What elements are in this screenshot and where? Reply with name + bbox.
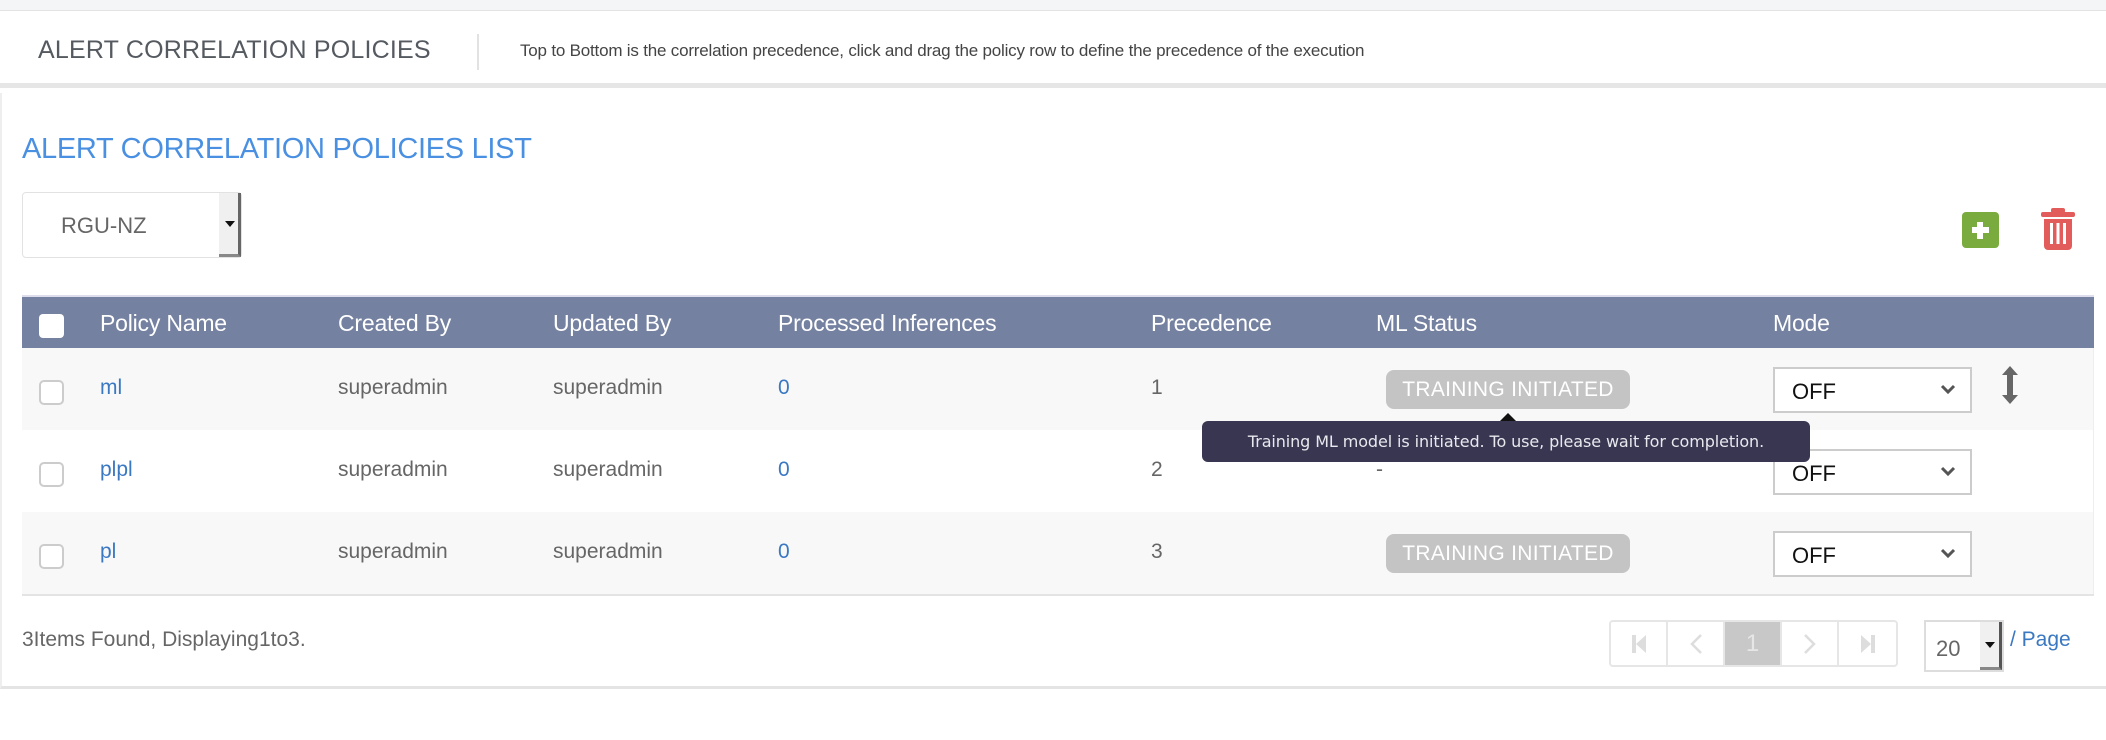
created-by: superadmin <box>338 458 448 481</box>
delete-policy-button[interactable] <box>2038 207 2078 251</box>
column-header-created-by[interactable]: Created By <box>338 310 451 337</box>
mode-select-value: OFF <box>1792 379 1836 404</box>
column-header-policy-name[interactable]: Policy Name <box>100 310 227 337</box>
mode-select[interactable]: OFF <box>1773 367 1972 413</box>
next-page-button[interactable] <box>1782 622 1839 665</box>
scope-select-value: RGU-NZ <box>61 213 147 238</box>
created-by: superadmin <box>338 376 448 399</box>
mode-select[interactable]: OFF <box>1773 531 1972 577</box>
precedence: 3 <box>1151 540 1163 563</box>
ml-status-badge[interactable]: TRAINING INITIATED <box>1386 370 1630 409</box>
processed-inferences-link[interactable]: 0 <box>778 376 790 400</box>
page-header: ALERT CORRELATION POLICIES Top to Bottom… <box>0 12 2106 88</box>
column-header-mode[interactable]: Mode <box>1773 310 1830 337</box>
column-header-updated-by[interactable]: Updated By <box>553 310 671 337</box>
page-title: ALERT CORRELATION POLICIES <box>38 36 431 64</box>
caret-down-icon[interactable] <box>1980 622 2002 670</box>
processed-inferences-link[interactable]: 0 <box>778 540 790 564</box>
chevron-right-icon <box>1803 633 1816 654</box>
page-size-value: 20 <box>1936 636 1961 661</box>
mode-select-value: OFF <box>1792 543 1836 568</box>
table-bottom-border <box>22 594 2094 596</box>
select-all-checkbox[interactable] <box>39 314 64 338</box>
top-strip <box>0 0 2106 11</box>
row-checkbox[interactable] <box>39 380 64 405</box>
first-page-button[interactable] <box>1611 622 1668 665</box>
chevron-down-icon <box>1940 466 1956 477</box>
list-title: ALERT CORRELATION POLICIES LIST <box>22 133 532 165</box>
row-checkbox[interactable] <box>39 462 64 487</box>
row-checkbox[interactable] <box>39 544 64 569</box>
first-page-icon <box>1631 634 1646 653</box>
policy-name-link[interactable]: ml <box>100 376 122 400</box>
ml-status-tooltip: Training ML model is initiated. To use, … <box>1202 413 1810 462</box>
scope-select[interactable]: RGU-NZ <box>22 192 242 258</box>
mode-select-value: OFF <box>1792 461 1836 486</box>
updated-by: superadmin <box>553 458 663 481</box>
pagination: 1 <box>1609 620 1898 667</box>
updated-by: superadmin <box>553 376 663 399</box>
last-page-icon <box>1860 634 1875 653</box>
column-header-processed-inferences[interactable]: Processed Inferences <box>778 310 997 337</box>
policy-name-link[interactable]: pl <box>100 540 116 564</box>
caret-down-icon[interactable] <box>219 193 241 257</box>
precedence: 1 <box>1151 376 1163 399</box>
page-size-select[interactable]: 20 <box>1924 620 2004 672</box>
table-header: Policy Name Created By Updated By Proces… <box>22 295 2094 348</box>
trash-icon <box>2041 208 2075 250</box>
column-header-precedence[interactable]: Precedence <box>1151 310 1272 337</box>
items-summary: 3Items Found, Displaying1to3. <box>22 628 306 651</box>
page-button-current[interactable]: 1 <box>1725 622 1782 665</box>
created-by: superadmin <box>338 540 448 563</box>
ml-status-badge[interactable]: TRAINING INITIATED <box>1386 534 1630 573</box>
drag-handle-icon[interactable] <box>2000 366 2020 404</box>
table-row[interactable]: pl superadmin superadmin 0 3 TRAINING IN… <box>22 512 2094 594</box>
precedence: 2 <box>1151 458 1163 481</box>
header-divider <box>477 34 479 70</box>
add-policy-button[interactable] <box>1962 212 1999 248</box>
processed-inferences-link[interactable]: 0 <box>778 458 790 482</box>
per-page-label: / Page <box>2010 628 2071 651</box>
chevron-down-icon <box>1940 384 1956 395</box>
column-header-ml-status[interactable]: ML Status <box>1376 310 1477 337</box>
table-row[interactable]: ml superadmin superadmin 0 1 TRAINING IN… <box>22 348 2094 430</box>
updated-by: superadmin <box>553 540 663 563</box>
page-subtitle: Top to Bottom is the correlation precede… <box>520 41 1365 60</box>
last-page-button[interactable] <box>1839 622 1896 665</box>
policy-name-link[interactable]: plpl <box>100 458 133 482</box>
chevron-down-icon <box>1940 548 1956 559</box>
prev-page-button[interactable] <box>1668 622 1725 665</box>
content-panel: ALERT CORRELATION POLICIES LIST RGU-NZ P… <box>0 93 2106 689</box>
chevron-left-icon <box>1689 633 1702 654</box>
